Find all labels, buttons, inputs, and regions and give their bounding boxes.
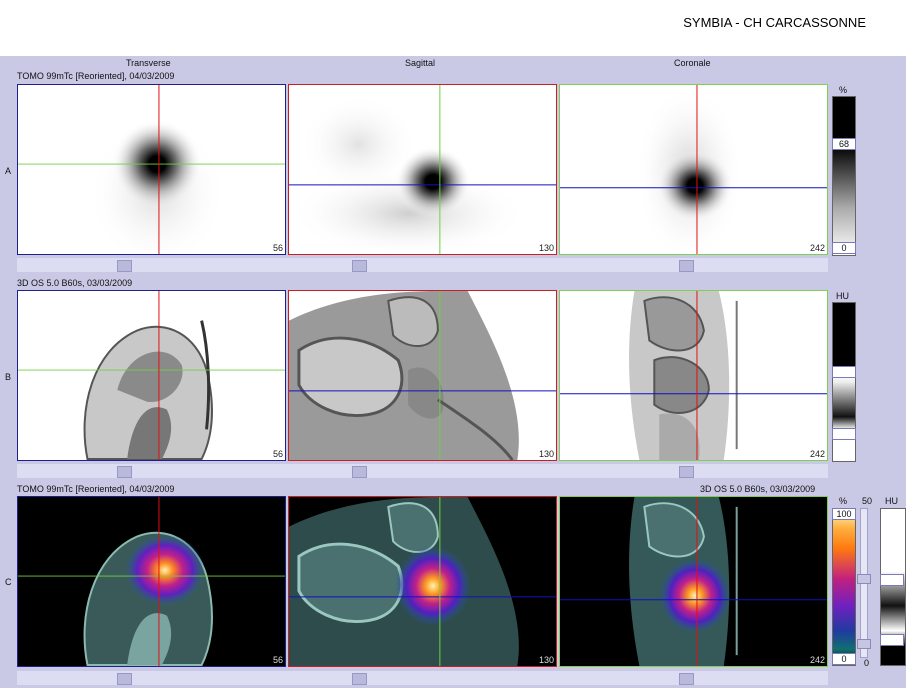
ct-transverse-image — [18, 291, 285, 460]
colorbar-c-ct-level-high[interactable] — [880, 574, 904, 586]
row-c-caption: TOMO 99mTc [Reoriented], 04/03/2009 — [17, 484, 175, 494]
colorbar-b-unit: HU — [836, 291, 849, 301]
spect-transverse-image — [18, 85, 285, 254]
slice-scroll-thumb[interactable] — [117, 673, 132, 685]
fusion-coronal-image — [560, 497, 827, 666]
scroll-strip-a — [17, 258, 828, 272]
slice-scroll-thumb[interactable] — [117, 260, 132, 272]
viewport-a-coronal[interactable]: 242 — [559, 84, 828, 255]
fusion-transverse-image — [18, 497, 285, 666]
viewport-a-sagittal[interactable]: 130 — [288, 84, 557, 255]
colorbar-c-mid-label: 50 — [862, 496, 873, 506]
title-bar: SYMBIA - CH CARCASSONNE — [0, 0, 906, 56]
colorbar-a-unit: % — [839, 85, 848, 95]
column-title-transverse: Transverse — [126, 58, 171, 68]
scroll-strip-c — [17, 671, 828, 685]
scroll-strip-b — [17, 464, 828, 478]
slice-scroll-thumb[interactable] — [117, 466, 132, 478]
colorbar-c-unit: % — [839, 496, 848, 506]
slice-number: 130 — [538, 243, 554, 253]
viewport-b-sagittal[interactable]: 130 — [288, 290, 557, 461]
row-a-letter: A — [5, 166, 12, 176]
slice-scroll-thumb[interactable] — [679, 673, 694, 685]
slice-number: 56 — [272, 243, 283, 253]
colorbar-c-mid-min: 0 — [864, 658, 870, 668]
slice-scroll-thumb[interactable] — [352, 466, 367, 478]
slice-number: 56 — [272, 655, 283, 665]
slice-number: 56 — [272, 449, 283, 459]
slice-number: 242 — [809, 655, 825, 665]
fusion-blend-thumb-low[interactable] — [857, 639, 871, 649]
viewport-a-transverse[interactable]: 56 — [17, 84, 286, 255]
viewport-b-coronal[interactable]: 242 — [559, 290, 828, 461]
slice-number: 242 — [809, 449, 825, 459]
viewport-c-transverse[interactable]: 56 — [17, 496, 286, 667]
ct-sagittal-image — [289, 291, 556, 460]
slice-scroll-thumb[interactable] — [352, 260, 367, 272]
colorbar-c-hu-label: HU — [885, 496, 898, 506]
slice-scroll-thumb[interactable] — [679, 260, 694, 272]
colorbar-a-min[interactable]: 0 — [832, 242, 856, 254]
slice-scroll-thumb[interactable] — [679, 466, 694, 478]
colorbar-c-pet[interactable] — [832, 508, 856, 666]
ct-coronal-image — [560, 291, 827, 460]
row-a-caption: TOMO 99mTc [Reoriented], 04/03/2009 — [17, 71, 175, 81]
fusion-sagittal-image — [289, 497, 556, 666]
slice-scroll-thumb[interactable] — [352, 673, 367, 685]
spect-coronal-image — [560, 85, 827, 254]
row-b-letter: B — [5, 372, 12, 382]
fusion-blend-slider[interactable] — [857, 508, 871, 658]
colorbar-c-min[interactable]: 0 — [832, 653, 856, 665]
column-title-sagittal: Sagittal — [405, 58, 436, 68]
viewport-c-coronal[interactable]: 242 — [559, 496, 828, 667]
column-title-coronal: Coronale — [674, 58, 711, 68]
slice-number: 242 — [809, 243, 825, 253]
viewport-b-transverse[interactable]: 56 — [17, 290, 286, 461]
viewport-c-sagittal[interactable]: 130 — [288, 496, 557, 667]
row-c-caption-right: 3D OS 5.0 B60s, 03/03/2009 — [700, 484, 816, 494]
colorbar-b-level-high[interactable] — [832, 366, 856, 378]
slice-number: 130 — [538, 449, 554, 459]
row-b-caption: 3D OS 5.0 B60s, 03/03/2009 — [17, 278, 133, 288]
colorbar-c-max[interactable]: 100 — [832, 508, 856, 520]
fusion-blend-thumb[interactable] — [857, 574, 871, 584]
colorbar-b-level-low[interactable] — [832, 428, 856, 440]
app-title: SYMBIA - CH CARCASSONNE — [683, 15, 866, 30]
colorbar-a-level[interactable]: 68 — [832, 138, 856, 150]
screen: SYMBIA - CH CARCASSONNE Transverse Sagit… — [0, 0, 906, 688]
colorbar-c-ct-level-low[interactable] — [880, 634, 904, 646]
spect-sagittal-image — [289, 85, 556, 254]
row-c-letter: C — [5, 577, 12, 587]
colorbar-a[interactable] — [832, 96, 856, 256]
slice-number: 130 — [538, 655, 554, 665]
